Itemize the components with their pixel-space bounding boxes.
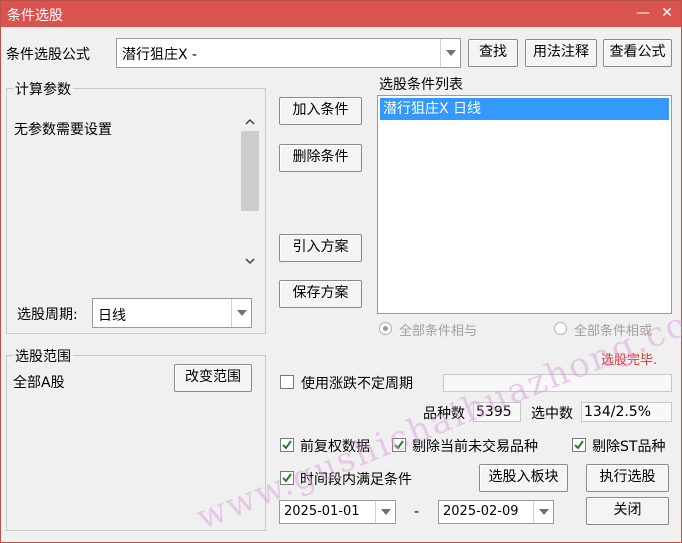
formula-label: 条件选股公式 [6,47,90,63]
radio-and[interactable] [379,322,392,335]
period-select[interactable]: 日线 [92,298,252,328]
adjusted-data-checkbox[interactable] [280,438,294,452]
close-button[interactable]: 关闭 [586,497,669,525]
view-formula-button[interactable]: 查看公式 [603,39,672,67]
checkmark-icon [574,440,584,450]
start-date-picker[interactable]: 2025-01-01 [279,500,396,524]
status-text: 选股完毕. [601,353,658,368]
chevron-down-icon[interactable] [231,299,251,327]
exclude-untraded-checkbox[interactable] [392,438,406,452]
params-text: 无参数需要设置 [14,122,112,138]
window-title: 条件选股 [7,8,63,24]
find-button[interactable]: 查找 [468,39,518,67]
execute-button[interactable]: 执行选股 [586,464,669,492]
time-range-label: 时间段内满足条件 [300,472,412,488]
params-scrollbar[interactable] [240,109,260,267]
scroll-down-icon[interactable] [245,253,255,269]
params-group-label: 计算参数 [13,79,73,99]
import-scheme-button[interactable]: 引入方案 [279,234,362,262]
conditions-list[interactable]: 潜行狙庄X 日线 [377,95,672,314]
checkmark-icon [282,440,292,450]
title-bar: 条件选股 — ✕ [1,1,681,27]
checkmark-icon [394,440,404,450]
start-date-value: 2025-01-01 [284,504,360,519]
chevron-down-icon[interactable] [440,39,460,67]
period-label: 选股周期: [17,307,78,323]
end-date-picker[interactable]: 2025-02-09 [438,500,554,524]
variable-period-field[interactable] [443,374,672,392]
end-date-value: 2025-02-09 [443,504,519,519]
variable-period-label: 使用涨跌不定周期 [301,376,413,392]
adjusted-data-label: 前复权数据 [300,439,370,455]
range-group-label: 选股范围 [13,346,73,366]
time-range-checkbox[interactable] [280,471,294,485]
list-item[interactable]: 潜行狙庄X 日线 [380,98,669,120]
close-icon[interactable]: ✕ [657,4,677,24]
exclude-st-label: 剔除ST品种 [592,439,666,455]
date-separator: - [414,504,420,520]
formula-select[interactable]: 潜行狙庄X - [116,38,461,68]
conditions-label: 选股条件列表 [379,77,463,93]
period-value: 日线 [98,308,126,324]
minimize-icon[interactable]: — [633,4,653,24]
save-scheme-button[interactable]: 保存方案 [279,280,362,308]
chevron-down-icon[interactable] [375,501,395,523]
exclude-untraded-label: 剔除当前未交易品种 [412,439,538,455]
variable-period-checkbox[interactable] [280,375,294,389]
radio-or[interactable] [554,322,567,335]
scroll-thumb[interactable] [241,131,259,211]
range-value: 全部A股 [13,375,65,391]
scroll-up-icon[interactable] [245,113,255,129]
radio-and-label: 全部条件相与 [399,324,478,339]
stock-screener-window: 条件选股 — ✕ 条件选股公式 潜行狙庄X - 查找 用法注释 查看公式 计算参… [0,0,682,543]
selected-count-value: 134/2.5% [581,402,672,422]
selected-count-label: 选中数 [531,406,573,422]
delete-condition-button[interactable]: 删除条件 [279,144,362,172]
formula-value: 潜行狙庄X - [122,47,198,63]
stock-count-label: 品种数 [423,406,465,422]
stock-count-value: 5395 [473,402,521,422]
usage-notes-button[interactable]: 用法注释 [525,39,597,67]
chevron-down-icon[interactable] [533,501,553,523]
radio-or-label: 全部条件相或 [574,324,653,339]
exclude-st-checkbox[interactable] [572,438,586,452]
checkmark-icon [282,473,292,483]
change-range-button[interactable]: 改变范围 [174,364,252,392]
add-to-block-button[interactable]: 选股入板块 [479,464,568,492]
add-condition-button[interactable]: 加入条件 [279,97,362,125]
